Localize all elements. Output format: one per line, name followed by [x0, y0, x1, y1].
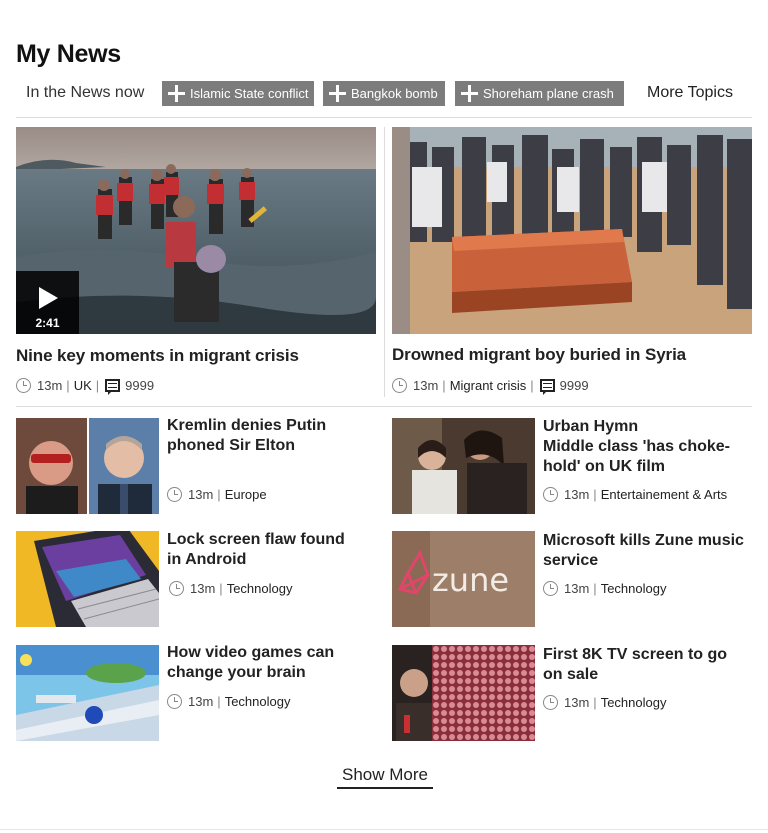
story-image-android-phone[interactable]: [16, 531, 159, 627]
story-category[interactable]: Europe: [225, 487, 267, 502]
story-category[interactable]: Technology: [225, 694, 291, 709]
topics-bar: In the News now Islamic State conflict B…: [16, 81, 752, 106]
topic-chip-bangkok-bomb[interactable]: Bangkok bomb: [323, 81, 445, 106]
story-time: 13m: [413, 377, 439, 393]
story-headline[interactable]: Middle class 'has choke-hold' on UK film: [543, 437, 743, 477]
play-icon: [39, 287, 58, 309]
comments-icon: [105, 378, 121, 395]
more-topics-link[interactable]: More Topics: [647, 84, 733, 102]
story-meta: 13m | Entertainement & Arts: [543, 486, 727, 502]
clock-icon: [392, 377, 407, 393]
story-headline-kicker[interactable]: Urban Hymn: [543, 417, 743, 437]
story-time: 13m: [190, 580, 216, 596]
comment-count[interactable]: 9999: [560, 378, 589, 393]
topic-chip-islamic-state[interactable]: Islamic State conflict: [162, 81, 314, 106]
clock-icon: [543, 580, 558, 596]
story-headline[interactable]: Lock screen flaw found in Android: [167, 530, 357, 570]
story-meta: 13m | Technology: [167, 693, 290, 709]
story-headline[interactable]: How video games can change your brain: [167, 643, 357, 683]
clock-icon: [169, 580, 184, 596]
story-time: 13m: [188, 486, 214, 502]
story-meta: 13m | Migrant crisis | 9999: [392, 377, 589, 395]
divider: [16, 406, 752, 407]
story-image-funeral[interactable]: [392, 127, 752, 334]
story-image-8k-tv[interactable]: [392, 645, 535, 741]
clock-icon: [543, 694, 558, 710]
story-headline[interactable]: Kremlin denies Putin phoned Sir Elton: [167, 416, 347, 456]
story-meta: 13m | Technology: [543, 580, 666, 596]
plus-icon: [329, 85, 346, 102]
story-category[interactable]: UK: [74, 378, 92, 393]
featured-headline[interactable]: Nine key moments in migrant crisis: [16, 346, 299, 366]
story-image-migrants-sea[interactable]: 2:41: [16, 127, 376, 334]
story-image-video-game[interactable]: [16, 645, 159, 741]
in-the-news-label: In the News now: [26, 84, 145, 101]
page-title: My News: [16, 40, 121, 68]
featured-headline[interactable]: Drowned migrant boy buried in Syria: [392, 345, 686, 365]
comment-count[interactable]: 9999: [125, 378, 154, 393]
clock-icon: [167, 486, 182, 502]
topic-chip-label: Bangkok bomb: [351, 86, 438, 101]
topic-chip-label: Shoreham plane crash: [483, 86, 614, 101]
page-bottom-divider: [0, 829, 768, 830]
story-meta: 13m | Technology: [169, 580, 292, 596]
divider: [384, 127, 385, 397]
story-category[interactable]: Migrant crisis: [450, 378, 527, 393]
story-category[interactable]: Entertainement & Arts: [601, 487, 727, 502]
show-more-button[interactable]: Show More: [337, 765, 433, 789]
story-time: 13m: [564, 486, 590, 502]
zune-logo-text: zune: [432, 561, 509, 599]
story-meta: 13m | Europe: [167, 486, 267, 502]
story-image-zune[interactable]: zune: [392, 531, 535, 627]
comments-icon: [539, 378, 555, 395]
story-headline[interactable]: First 8K TV screen to go on sale: [543, 645, 743, 685]
clock-icon: [543, 486, 558, 502]
clock-icon: [16, 377, 31, 393]
topic-chip-label: Islamic State conflict: [190, 86, 309, 101]
plus-icon: [168, 85, 185, 102]
story-time: 13m: [564, 580, 590, 596]
divider: [16, 117, 752, 118]
clock-icon: [167, 693, 182, 709]
story-time: 13m: [37, 377, 63, 393]
topic-chip-shoreham[interactable]: Shoreham plane crash: [455, 81, 624, 106]
video-play-overlay[interactable]: 2:41: [16, 271, 79, 334]
story-time: 13m: [564, 694, 590, 710]
story-meta: 13m | UK | 9999: [16, 377, 154, 395]
story-category[interactable]: Technology: [601, 695, 667, 710]
plus-icon: [461, 85, 478, 102]
story-category[interactable]: Technology: [227, 581, 293, 596]
story-time: 13m: [188, 693, 214, 709]
story-category[interactable]: Technology: [601, 581, 667, 596]
story-meta: 13m | Technology: [543, 694, 666, 710]
story-image-urban-hymn[interactable]: [392, 418, 535, 514]
story-headline[interactable]: Microsoft kills Zune music service: [543, 531, 748, 571]
story-image-elton-putin[interactable]: [16, 418, 159, 514]
video-duration: 2:41: [35, 316, 60, 330]
